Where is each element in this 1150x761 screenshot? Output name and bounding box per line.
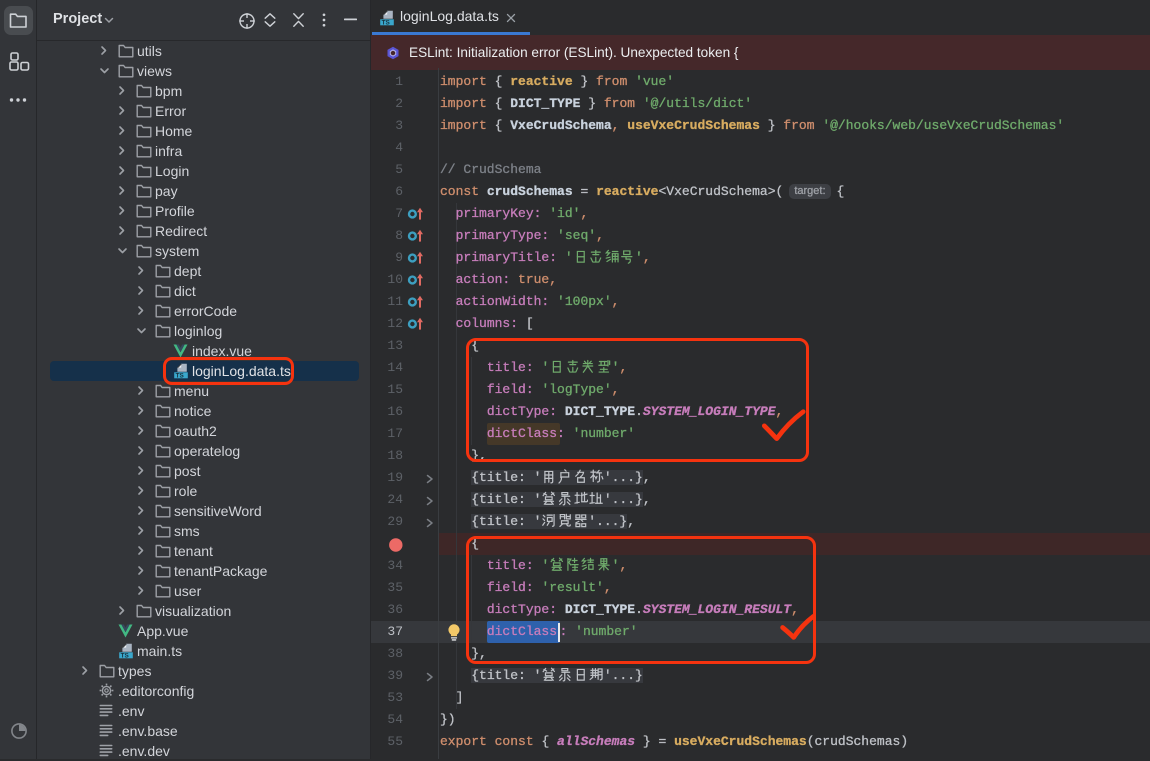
svg-text:TS: TS — [382, 19, 391, 26]
svg-text:TS: TS — [121, 652, 130, 659]
